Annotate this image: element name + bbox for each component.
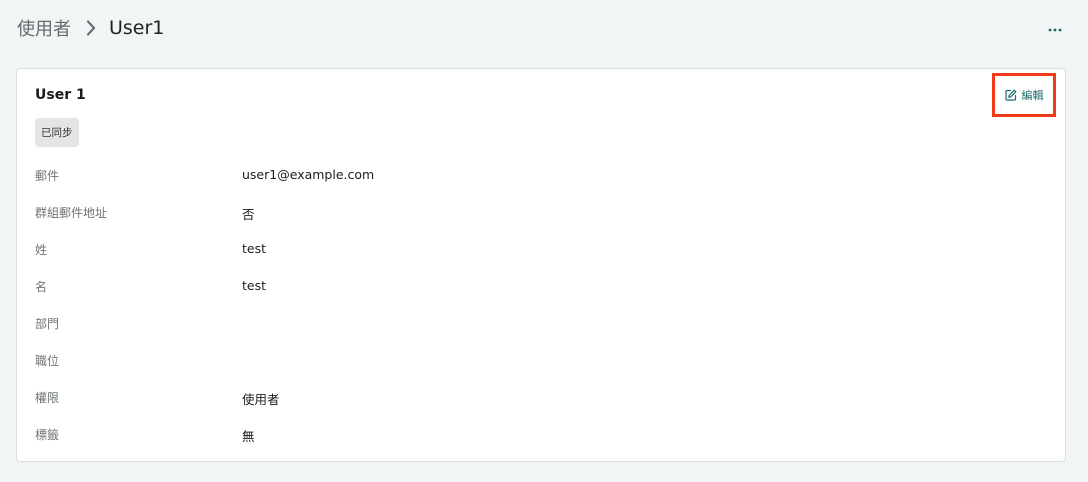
- page-header: 使用者 User1: [0, 0, 1088, 56]
- field-label: 權限: [35, 391, 60, 405]
- field-label: 職位: [35, 354, 60, 368]
- field-label: 郵件: [35, 169, 60, 183]
- field-value: test: [242, 241, 267, 256]
- field-value: test: [242, 278, 267, 293]
- user-fields: 郵件 user1@example.com 群組郵件地址 否 姓 test 名 t…: [35, 157, 1035, 453]
- field-label: 姓: [35, 243, 48, 257]
- field-row-tags: 標籤 無: [35, 416, 1035, 453]
- field-label: 名: [35, 280, 48, 294]
- field-value: 無: [242, 429, 255, 444]
- sync-status-badge: 已同步: [35, 118, 79, 147]
- field-row-group-email: 群組郵件地址 否: [35, 194, 1035, 231]
- field-row-job-title: 職位: [35, 342, 1035, 379]
- breadcrumb-parent-users[interactable]: 使用者: [17, 15, 71, 41]
- user-detail-card: User 1 已同步 編輯 郵件 user1@example.com 群組郵件地…: [16, 68, 1066, 462]
- field-row-permission: 權限 使用者: [35, 379, 1035, 416]
- edit-icon: [1004, 89, 1017, 101]
- edit-button-label: 編輯: [1021, 89, 1044, 102]
- field-label: 標籤: [35, 428, 60, 442]
- user-name-title: User 1: [35, 87, 86, 103]
- field-value: 否: [242, 207, 255, 222]
- more-options-button[interactable]: [1044, 16, 1066, 38]
- field-label: 群組郵件地址: [35, 206, 108, 220]
- field-value: user1@example.com: [242, 167, 375, 182]
- breadcrumb-current: User1: [109, 17, 165, 39]
- field-row-last-name: 姓 test: [35, 231, 1035, 268]
- field-row-department: 部門: [35, 305, 1035, 342]
- field-label: 部門: [35, 317, 60, 331]
- field-value: 使用者: [242, 392, 280, 407]
- chevron-right-icon: [85, 18, 97, 38]
- field-row-first-name: 名 test: [35, 268, 1035, 305]
- edit-button[interactable]: 編輯: [992, 73, 1056, 117]
- field-row-email: 郵件 user1@example.com: [35, 157, 1035, 194]
- ellipsis-icon: [1048, 18, 1062, 37]
- breadcrumb: 使用者 User1: [17, 14, 164, 42]
